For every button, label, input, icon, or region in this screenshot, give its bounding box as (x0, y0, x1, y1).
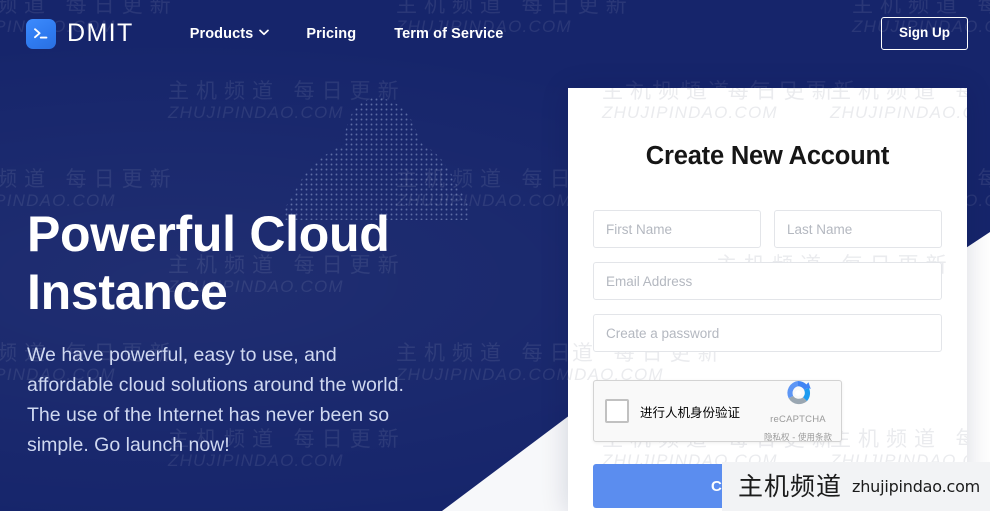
create-account-card: 主机频道 每日更新ZHUJIPINDAO.COM 主机频道 每日更新ZHUJIP… (568, 88, 967, 511)
chevron-down-icon (259, 29, 270, 38)
nav-item-pricing-label: Pricing (306, 25, 357, 42)
name-field-row (593, 210, 942, 262)
brand-name: DMIT (67, 19, 134, 47)
card-content: Create New Account 进行人机身份验证 (568, 88, 967, 511)
card-title: Create New Account (645, 142, 890, 170)
brand-logo[interactable]: DMIT (26, 18, 134, 49)
site-watermark-badge: 主机频道 zhujipindao.com (722, 462, 990, 511)
recaptcha-label: 进行人机身份验证 (640, 404, 741, 420)
dotted-cloud-decoration (285, 98, 470, 220)
nav-links: Products Pricing Term of Service (190, 26, 504, 42)
email-input[interactable] (593, 262, 942, 300)
nav-right-actions: Sign Up (881, 17, 968, 50)
hero-title-line2: Instance (27, 264, 228, 320)
nav-item-products[interactable]: Products (189, 25, 270, 42)
hero-title-line1: Powerful Cloud (27, 206, 390, 262)
recaptcha-branding: reCAPTCHA 隐私权 - 使用条款 (764, 378, 832, 445)
recaptcha-terms[interactable]: 隐私权 - 使用条款 (764, 433, 832, 443)
nav-item-term-of-service-label: Term of Service (394, 25, 504, 42)
nav-item-pricing[interactable]: Pricing (306, 26, 356, 42)
hero-subtitle: We have powerful, easy to use, and affor… (27, 344, 404, 456)
recaptcha-logo-icon (787, 380, 811, 404)
hero-copy: Powerful Cloud Instance We have powerful… (27, 205, 447, 460)
site-watermark-cn: 主机频道 (738, 472, 843, 501)
recaptcha-widget[interactable]: 进行人机身份验证 reCAPTCHA 隐私权 - 使用条款 (593, 378, 842, 445)
recaptcha-brand-name: reCAPTCHA (770, 413, 826, 425)
terminal-prompt-icon (26, 18, 56, 49)
nav-item-products-label: Products (189, 25, 254, 42)
password-input[interactable] (593, 314, 942, 352)
last-name-input[interactable] (774, 210, 942, 248)
page-root: 主机频道 每日更新ZHUJIPINDAO.COM 主机频道 每日更新ZHUJIP… (0, 0, 990, 511)
top-navigation: DMIT Products Pricing Term of Service Si… (0, 0, 990, 67)
nav-item-term-of-service[interactable]: Term of Service (394, 26, 503, 42)
first-name-input[interactable] (593, 210, 761, 248)
sign-up-button[interactable]: Sign Up (881, 17, 968, 50)
page-title: Powerful Cloud Instance (27, 205, 447, 321)
recaptcha-checkbox[interactable] (605, 399, 629, 423)
site-watermark-en: zhujipindao.com (852, 476, 981, 496)
